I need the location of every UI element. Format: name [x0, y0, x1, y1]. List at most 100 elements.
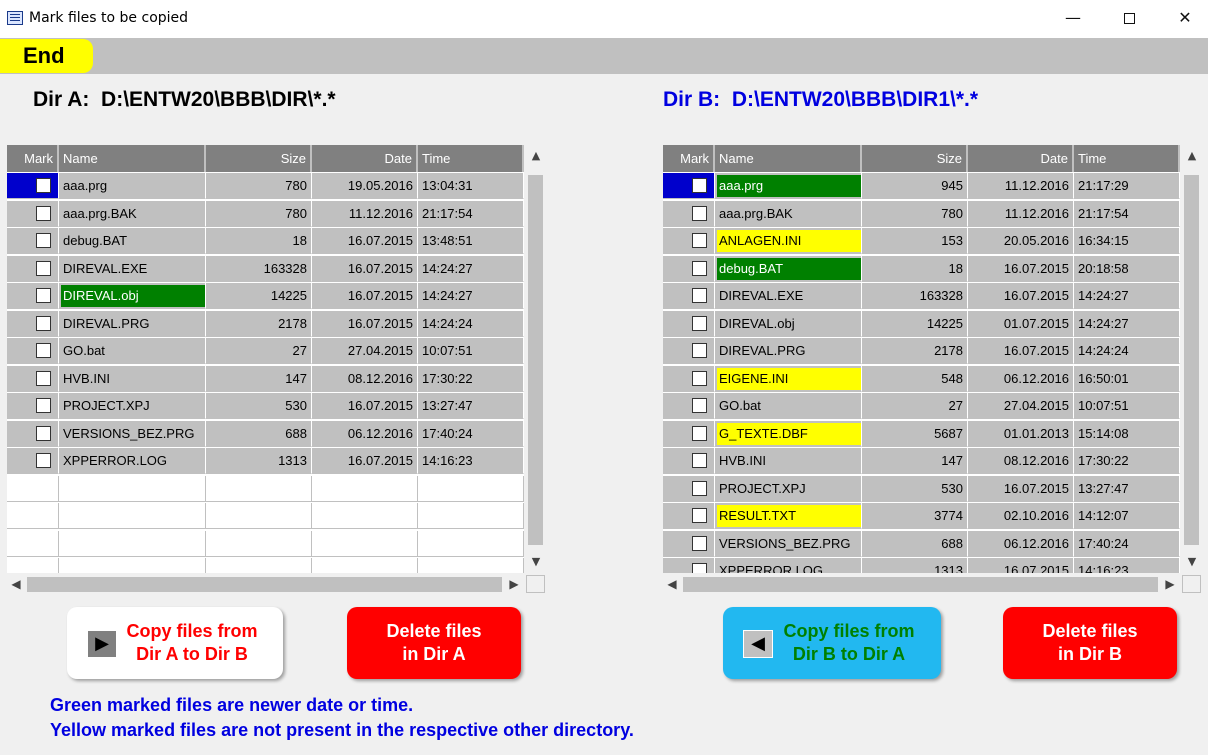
table-row[interactable]: XPPERROR.LOG 1313 16.07.2015 14:16:23 [7, 448, 524, 476]
table-row[interactable]: DIREVAL.EXE 163328 16.07.2015 14:24:27 [663, 283, 1180, 311]
table-row[interactable]: aaa.prg.BAK 780 11.12.2016 21:17:54 [663, 200, 1180, 229]
column-header-date[interactable]: Date [312, 145, 418, 172]
mark-checkbox[interactable] [692, 233, 707, 248]
table-row[interactable]: GO.bat 27 27.04.2015 10:07:51 [7, 338, 524, 366]
table-row[interactable]: debug.BAT 18 16.07.2015 20:18:58 [663, 255, 1180, 284]
dir-a-file-grid[interactable]: Mark Name Size Date Time aaa.prg 780 19.05.2016… [7, 145, 547, 595]
dir-a-horizontal-scrollbar[interactable]: ◀ ▶ [7, 573, 524, 595]
mark-checkbox[interactable] [36, 425, 51, 441]
table-row[interactable]: DIREVAL.obj 14225 16.07.2015 14:24:27 [7, 283, 524, 311]
delete-b-button[interactable]: Delete files in Dir B [1003, 607, 1177, 679]
table-row[interactable]: aaa.prg 780 19.05.2016 13:04:31 [7, 173, 524, 201]
scroll-right-icon[interactable]: ▶ [507, 576, 521, 592]
mark-checkbox[interactable] [36, 233, 51, 248]
mark-checkbox[interactable] [36, 370, 51, 386]
mark-checkbox[interactable] [692, 370, 707, 386]
mark-checkbox[interactable] [36, 453, 51, 468]
dir-b-horizontal-scrollbar[interactable]: ◀ ▶ [663, 573, 1180, 595]
column-header-name[interactable]: Name [59, 145, 206, 172]
scroll-left-icon[interactable]: ◀ [9, 576, 23, 592]
scroll-right-icon[interactable]: ▶ [1163, 576, 1177, 592]
table-row[interactable]: DIREVAL.EXE 163328 16.07.2015 14:24:27 [7, 255, 524, 284]
mark-checkbox[interactable] [692, 178, 707, 193]
mark-checkbox[interactable] [692, 480, 707, 496]
mark-checkbox[interactable] [36, 343, 51, 358]
mark-checkbox[interactable] [692, 260, 707, 276]
scroll-thumb[interactable] [27, 577, 502, 592]
table-row[interactable]: ANLAGEN.INI 153 20.05.2016 16:34:15 [663, 228, 1180, 256]
mark-checkbox[interactable] [692, 563, 707, 573]
maximize-button[interactable] [1101, 0, 1157, 38]
column-header-size[interactable]: Size [206, 145, 312, 172]
column-header-mark[interactable]: Mark [7, 145, 59, 172]
empty-cell [7, 475, 59, 502]
mark-cell [7, 365, 59, 392]
size-cell: 3774 [862, 503, 968, 529]
date-cell: 16.07.2015 [312, 255, 418, 282]
table-row[interactable]: G_TEXTE.DBF 5687 01.01.2013 15:14:08 [663, 420, 1180, 449]
scroll-up-icon[interactable]: ▲ [1185, 149, 1199, 163]
scroll-down-icon[interactable]: ▼ [529, 555, 543, 569]
mark-checkbox[interactable] [692, 288, 707, 303]
copy-a-to-b-button[interactable]: ▶ Copy files from Dir A to Dir B [67, 607, 283, 679]
date-cell: 06.12.2016 [968, 365, 1074, 392]
table-row[interactable]: GO.bat 27 27.04.2015 10:07:51 [663, 393, 1180, 421]
table-row[interactable]: VERSIONS_BEZ.PRG 688 06.12.2016 17:40:24 [7, 420, 524, 449]
table-row[interactable]: RESULT.TXT 3774 02.10.2016 14:12:07 [663, 503, 1180, 531]
file-name: G_TEXTE.DBF [717, 422, 861, 445]
dir-b-file-grid[interactable]: Mark Name Size Date Time aaa.prg 945 11.12.2016… [663, 145, 1203, 595]
date-cell: 16.07.2015 [968, 255, 1074, 282]
scroll-thumb[interactable] [1184, 175, 1199, 545]
dir-b-vertical-scrollbar[interactable]: ▲ ▼ [1180, 145, 1203, 573]
scroll-left-icon[interactable]: ◀ [665, 576, 679, 592]
table-row[interactable]: aaa.prg.BAK 780 11.12.2016 21:17:54 [7, 200, 524, 229]
table-row[interactable]: VERSIONS_BEZ.PRG 688 06.12.2016 17:40:24 [663, 530, 1180, 559]
delete-a-button[interactable]: Delete files in Dir A [347, 607, 521, 679]
empty-cell [59, 530, 206, 557]
mark-checkbox[interactable] [36, 288, 51, 303]
mark-checkbox[interactable] [36, 398, 51, 413]
table-row[interactable]: aaa.prg 945 11.12.2016 21:17:29 [663, 173, 1180, 201]
table-row[interactable]: DIREVAL.PRG 2178 16.07.2015 14:24:24 [7, 310, 524, 339]
size-cell: 5687 [862, 420, 968, 447]
mark-checkbox[interactable] [692, 315, 707, 331]
table-row[interactable]: EIGENE.INI 548 06.12.2016 16:50:01 [663, 365, 1180, 394]
scroll-thumb[interactable] [528, 175, 543, 545]
mark-checkbox[interactable] [36, 178, 51, 193]
end-button[interactable]: End [0, 39, 93, 73]
table-row[interactable]: DIREVAL.obj 14225 01.07.2015 14:24:27 [663, 310, 1180, 339]
table-row[interactable]: PROJECT.XPJ 530 16.07.2015 13:27:47 [663, 475, 1180, 504]
mark-checkbox[interactable] [692, 205, 707, 221]
table-row[interactable]: debug.BAT 18 16.07.2015 13:48:51 [7, 228, 524, 256]
file-name: DIREVAL.obj [61, 285, 205, 307]
copy-b-to-a-button[interactable]: ◀ Copy files from Dir B to Dir A [723, 607, 941, 679]
table-row[interactable]: XPPERROR.LOG 1313 16.07.2015 14:16:23 [663, 558, 1180, 573]
column-header-date[interactable]: Date [968, 145, 1074, 172]
size-cell: 780 [862, 200, 968, 227]
mark-checkbox[interactable] [36, 315, 51, 331]
scroll-down-icon[interactable]: ▼ [1185, 555, 1199, 569]
mark-checkbox[interactable] [692, 508, 707, 523]
mark-checkbox[interactable] [692, 535, 707, 551]
column-header-time[interactable]: Time [418, 145, 524, 172]
table-row[interactable]: PROJECT.XPJ 530 16.07.2015 13:27:47 [7, 393, 524, 421]
column-header-time[interactable]: Time [1074, 145, 1180, 172]
mark-checkbox[interactable] [692, 398, 707, 413]
mark-checkbox[interactable] [36, 260, 51, 276]
mark-checkbox[interactable] [692, 343, 707, 358]
close-button[interactable]: ✕ [1157, 0, 1208, 38]
mark-checkbox[interactable] [36, 205, 51, 221]
column-header-mark[interactable]: Mark [663, 145, 715, 172]
mark-checkbox[interactable] [692, 453, 707, 468]
column-header-size[interactable]: Size [862, 145, 968, 172]
table-row[interactable]: HVB.INI 147 08.12.2016 17:30:22 [7, 365, 524, 394]
dir-a-vertical-scrollbar[interactable]: ▲ ▼ [524, 145, 547, 573]
scroll-thumb[interactable] [683, 577, 1158, 592]
size-cell: 153 [862, 228, 968, 254]
scroll-up-icon[interactable]: ▲ [529, 149, 543, 163]
mark-checkbox[interactable] [692, 425, 707, 441]
table-row[interactable]: HVB.INI 147 08.12.2016 17:30:22 [663, 448, 1180, 476]
minimize-button[interactable]: — [1045, 0, 1101, 38]
column-header-name[interactable]: Name [715, 145, 862, 172]
table-row[interactable]: DIREVAL.PRG 2178 16.07.2015 14:24:24 [663, 338, 1180, 366]
